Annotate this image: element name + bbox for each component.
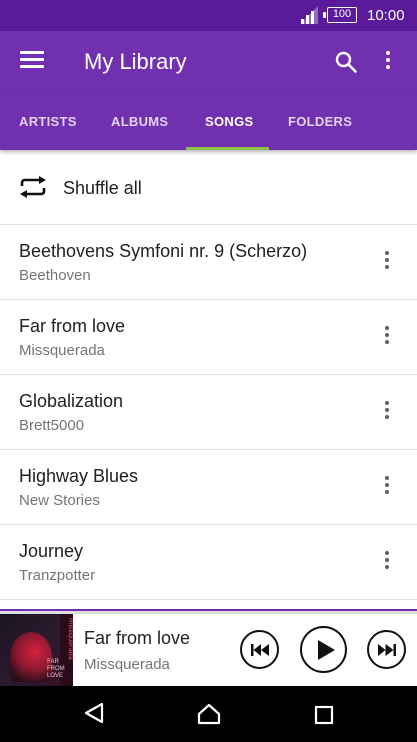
more-vert-icon[interactable] [380, 551, 394, 575]
album-art[interactable]: missquerada FAR FROM LOVE [0, 614, 73, 687]
now-playing-title: Far from love [84, 628, 191, 648]
song-row[interactable]: Globalization Brett5000 [0, 375, 417, 450]
tab-bar: ARTISTS ALBUMS SONGS FOLDERS [0, 92, 417, 150]
song-row[interactable]: Journey Tranzpotter [0, 525, 417, 600]
home-icon[interactable] [197, 702, 221, 726]
play-icon [317, 639, 335, 660]
song-row[interactable]: Beethovens Symfoni nr. 9 (Scherzo) Beeth… [0, 225, 417, 300]
back-triangle-icon[interactable] [83, 701, 105, 725]
more-vert-icon[interactable] [380, 251, 394, 275]
song-title: Globalization [19, 391, 124, 411]
next-button[interactable] [367, 630, 406, 669]
search-icon[interactable] [334, 50, 358, 74]
more-vert-icon[interactable] [380, 401, 394, 425]
recents-square-icon[interactable] [314, 705, 334, 725]
page-title: My Library [84, 49, 187, 74]
shuffle-repeat-icon [20, 176, 46, 198]
battery-indicator: 100 [323, 7, 357, 23]
hamburger-icon[interactable] [20, 51, 44, 71]
shuffle-all-button[interactable]: Shuffle all [0, 150, 417, 225]
system-nav-bar [0, 686, 417, 742]
more-vert-icon[interactable] [380, 326, 394, 350]
song-row[interactable]: Highway Blues New Stories [0, 450, 417, 525]
playback-progress [0, 609, 417, 611]
tab-songs[interactable]: SONGS [205, 92, 253, 150]
more-vert-icon[interactable] [380, 476, 394, 500]
album-art-caption: FAR FROM LOVE [47, 659, 65, 679]
skip-next-icon [377, 643, 396, 656]
signal-icon [300, 6, 318, 24]
more-vert-icon[interactable] [384, 51, 392, 72]
song-title: Beethovens Symfoni nr. 9 (Scherzo) [19, 241, 308, 261]
skip-previous-icon [250, 643, 269, 656]
play-button[interactable] [300, 626, 347, 673]
song-artist: Beethoven [19, 267, 91, 284]
app-bar: My Library [0, 31, 417, 92]
song-artist: New Stories [19, 492, 100, 509]
previous-button[interactable] [240, 630, 279, 669]
album-art-figure [10, 632, 52, 682]
shuffle-all-label: Shuffle all [63, 178, 142, 198]
song-artist: Missquerada [19, 342, 105, 359]
song-title: Journey [19, 541, 84, 561]
song-title: Highway Blues [19, 466, 139, 486]
mini-player[interactable]: missquerada FAR FROM LOVE Far from love … [0, 613, 417, 687]
svg-text:missquerada: missquerada [67, 618, 73, 660]
now-playing-artist: Missquerada [84, 656, 170, 673]
tab-folders[interactable]: FOLDERS [288, 92, 352, 150]
status-clock: 10:00 [367, 7, 405, 24]
song-artist: Brett5000 [19, 417, 85, 434]
song-title: Far from love [19, 316, 126, 336]
song-row[interactable]: Far from love Missquerada [0, 300, 417, 375]
tab-albums[interactable]: ALBUMS [111, 92, 168, 150]
status-bar: 100 10:00 [0, 0, 417, 31]
song-artist: Tranzpotter [19, 567, 96, 584]
tab-artists[interactable]: ARTISTS [19, 92, 77, 150]
